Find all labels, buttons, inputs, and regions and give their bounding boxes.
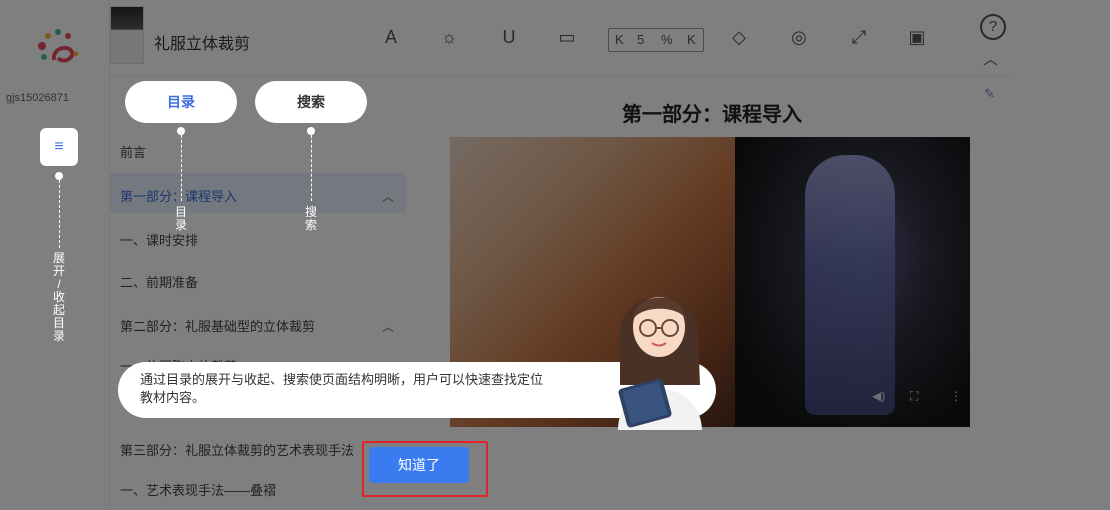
guide-connector [311, 135, 312, 201]
toc-pill: 目录 [125, 81, 237, 123]
guide-dot [177, 127, 185, 135]
label-char: 录 [52, 329, 65, 343]
guide-overlay-mask [0, 0, 1110, 510]
app-root: gjs15026871 ≡ 礼服立体裁剪 A ☼ U ▭ K 5 % K ◇ ◎… [0, 0, 1110, 510]
guide-message-line1: 通过目录的展开与收起、搜索使页面结构明晰，用户可以快速查找定位 [140, 372, 544, 387]
guide-dot [55, 172, 63, 180]
label-char: 录 [174, 218, 187, 232]
guide-connector [181, 135, 182, 201]
guide-message-line2: 教材内容。 [140, 390, 206, 405]
got-it-button[interactable]: 知道了 [369, 447, 469, 483]
label-char: 索 [304, 218, 317, 232]
guide-avatar-icon [618, 297, 702, 430]
search-vertical-label: 搜 索 [304, 206, 318, 232]
search-pill: 搜索 [255, 81, 367, 123]
toc-expand-collapse-label: 展 开 / 收 起 目 录 [52, 252, 66, 343]
guide-connector [59, 180, 60, 248]
toc-toggle-highlight[interactable]: ≡ [40, 128, 78, 166]
guide-dot [307, 127, 315, 135]
toc-vertical-label: 目 录 [174, 206, 188, 232]
